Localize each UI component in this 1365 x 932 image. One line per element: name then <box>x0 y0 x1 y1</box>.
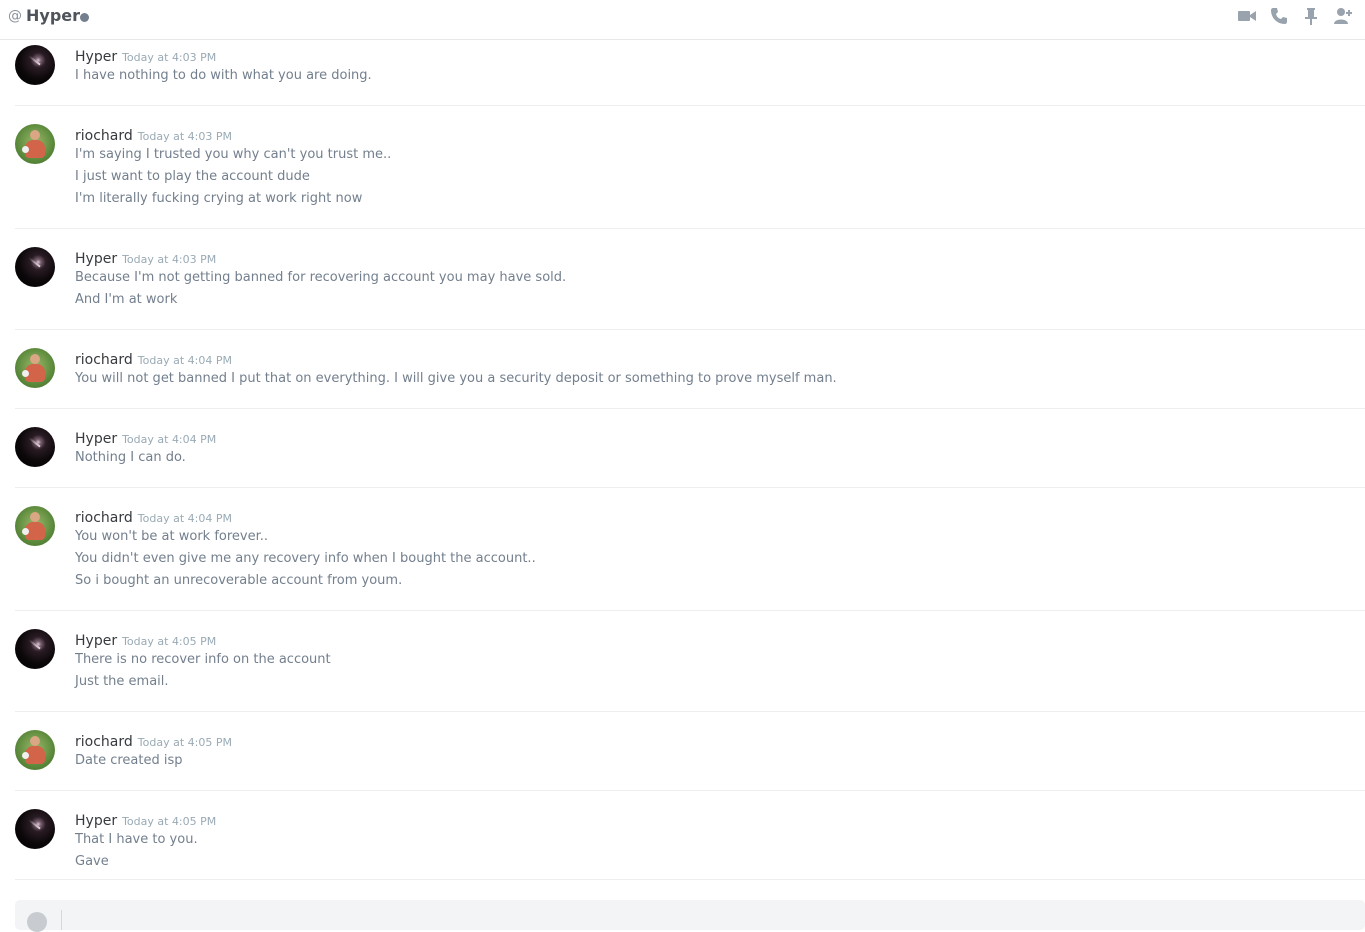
username[interactable]: riochard <box>75 734 133 750</box>
username[interactable]: riochard <box>75 510 133 526</box>
username[interactable]: Hyper <box>75 431 117 447</box>
message-text: And I'm at work <box>75 292 178 307</box>
message-text: You won't be at work forever.. <box>75 529 269 544</box>
message-text: I'm saying I trusted you why can't you t… <box>75 147 392 162</box>
message-text: Nothing I can do. <box>75 450 186 465</box>
message-group: riochard Today at 4:04 PM You won't be at… <box>15 488 1365 611</box>
message-text: I just want to play the account dude <box>75 169 310 184</box>
message-text: I have nothing to do with what you are d… <box>75 68 372 83</box>
timestamp: Today at 4:04 PM <box>137 512 232 525</box>
timestamp: Today at 4:03 PM <box>122 51 217 64</box>
message-text: Because I'm not getting banned for recov… <box>75 270 567 285</box>
channel-title: Hyper <box>26 6 81 25</box>
message-group: Hyper Today at 4:04 PM Nothing I can do. <box>15 409 1365 488</box>
add-friend-icon[interactable] <box>1333 6 1353 26</box>
avatar[interactable] <box>15 45 55 85</box>
message-group: Hyper Today at 4:05 PM There is no recove… <box>15 611 1365 712</box>
username[interactable]: Hyper <box>75 633 117 649</box>
message-text: Just the email. <box>75 674 169 689</box>
header-toolbar <box>1237 0 1365 32</box>
message-list: Hyper Today at 4:03 PM I have nothing to … <box>15 41 1365 880</box>
message-composer[interactable] <box>15 900 1365 932</box>
message-text: So i bought an unrecoverable account fro… <box>75 573 403 588</box>
timestamp: Today at 4:05 PM <box>122 815 217 828</box>
pin-icon[interactable] <box>1301 6 1321 26</box>
message-text: Gave <box>75 854 109 869</box>
avatar[interactable] <box>15 247 55 287</box>
timestamp: Today at 4:03 PM <box>137 130 232 143</box>
timestamp: Today at 4:04 PM <box>122 433 217 446</box>
message-text: You will not get banned I put that on ev… <box>75 371 837 386</box>
message-text: You didn't even give me any recovery inf… <box>75 551 536 566</box>
username[interactable]: Hyper <box>75 251 117 267</box>
avatar[interactable] <box>15 124 55 164</box>
message-text: Date created isp <box>75 753 183 768</box>
username[interactable]: riochard <box>75 128 133 144</box>
timestamp: Today at 4:05 PM <box>122 635 217 648</box>
message-text: I'm literally fucking crying at work rig… <box>75 191 363 206</box>
avatar[interactable] <box>15 348 55 388</box>
timestamp: Today at 4:05 PM <box>137 736 232 749</box>
upload-icon[interactable] <box>27 912 47 932</box>
message-group: Hyper Today at 4:03 PM Because I'm not ge… <box>15 229 1365 330</box>
timestamp: Today at 4:03 PM <box>122 253 217 266</box>
message-group: Hyper Today at 4:05 PM That I have to you… <box>15 791 1365 880</box>
avatar[interactable] <box>15 809 55 849</box>
message-text: There is no recover info on the account <box>75 652 331 667</box>
message-group: riochard Today at 4:03 PM I'm saying I tr… <box>15 106 1365 229</box>
username[interactable]: Hyper <box>75 49 117 65</box>
avatar[interactable] <box>15 506 55 546</box>
username[interactable]: Hyper <box>75 813 117 829</box>
avatar[interactable] <box>15 427 55 467</box>
status-indicator <box>80 13 89 22</box>
avatar[interactable] <box>15 730 55 770</box>
message-group: riochard Today at 4:04 PM You will not ge… <box>15 330 1365 409</box>
avatar[interactable] <box>15 629 55 669</box>
timestamp: Today at 4:04 PM <box>137 354 232 367</box>
video-call-icon[interactable] <box>1237 6 1257 26</box>
voice-call-icon[interactable] <box>1269 6 1289 26</box>
message-group: Hyper Today at 4:03 PM I have nothing to … <box>15 41 1365 106</box>
at-symbol: @ <box>8 8 22 24</box>
message-text: That I have to you. <box>75 832 198 847</box>
username[interactable]: riochard <box>75 352 133 368</box>
message-group: riochard Today at 4:05 PM Date created is… <box>15 712 1365 791</box>
composer-divider <box>61 910 62 930</box>
chat-header: @ Hyper <box>0 0 1365 40</box>
